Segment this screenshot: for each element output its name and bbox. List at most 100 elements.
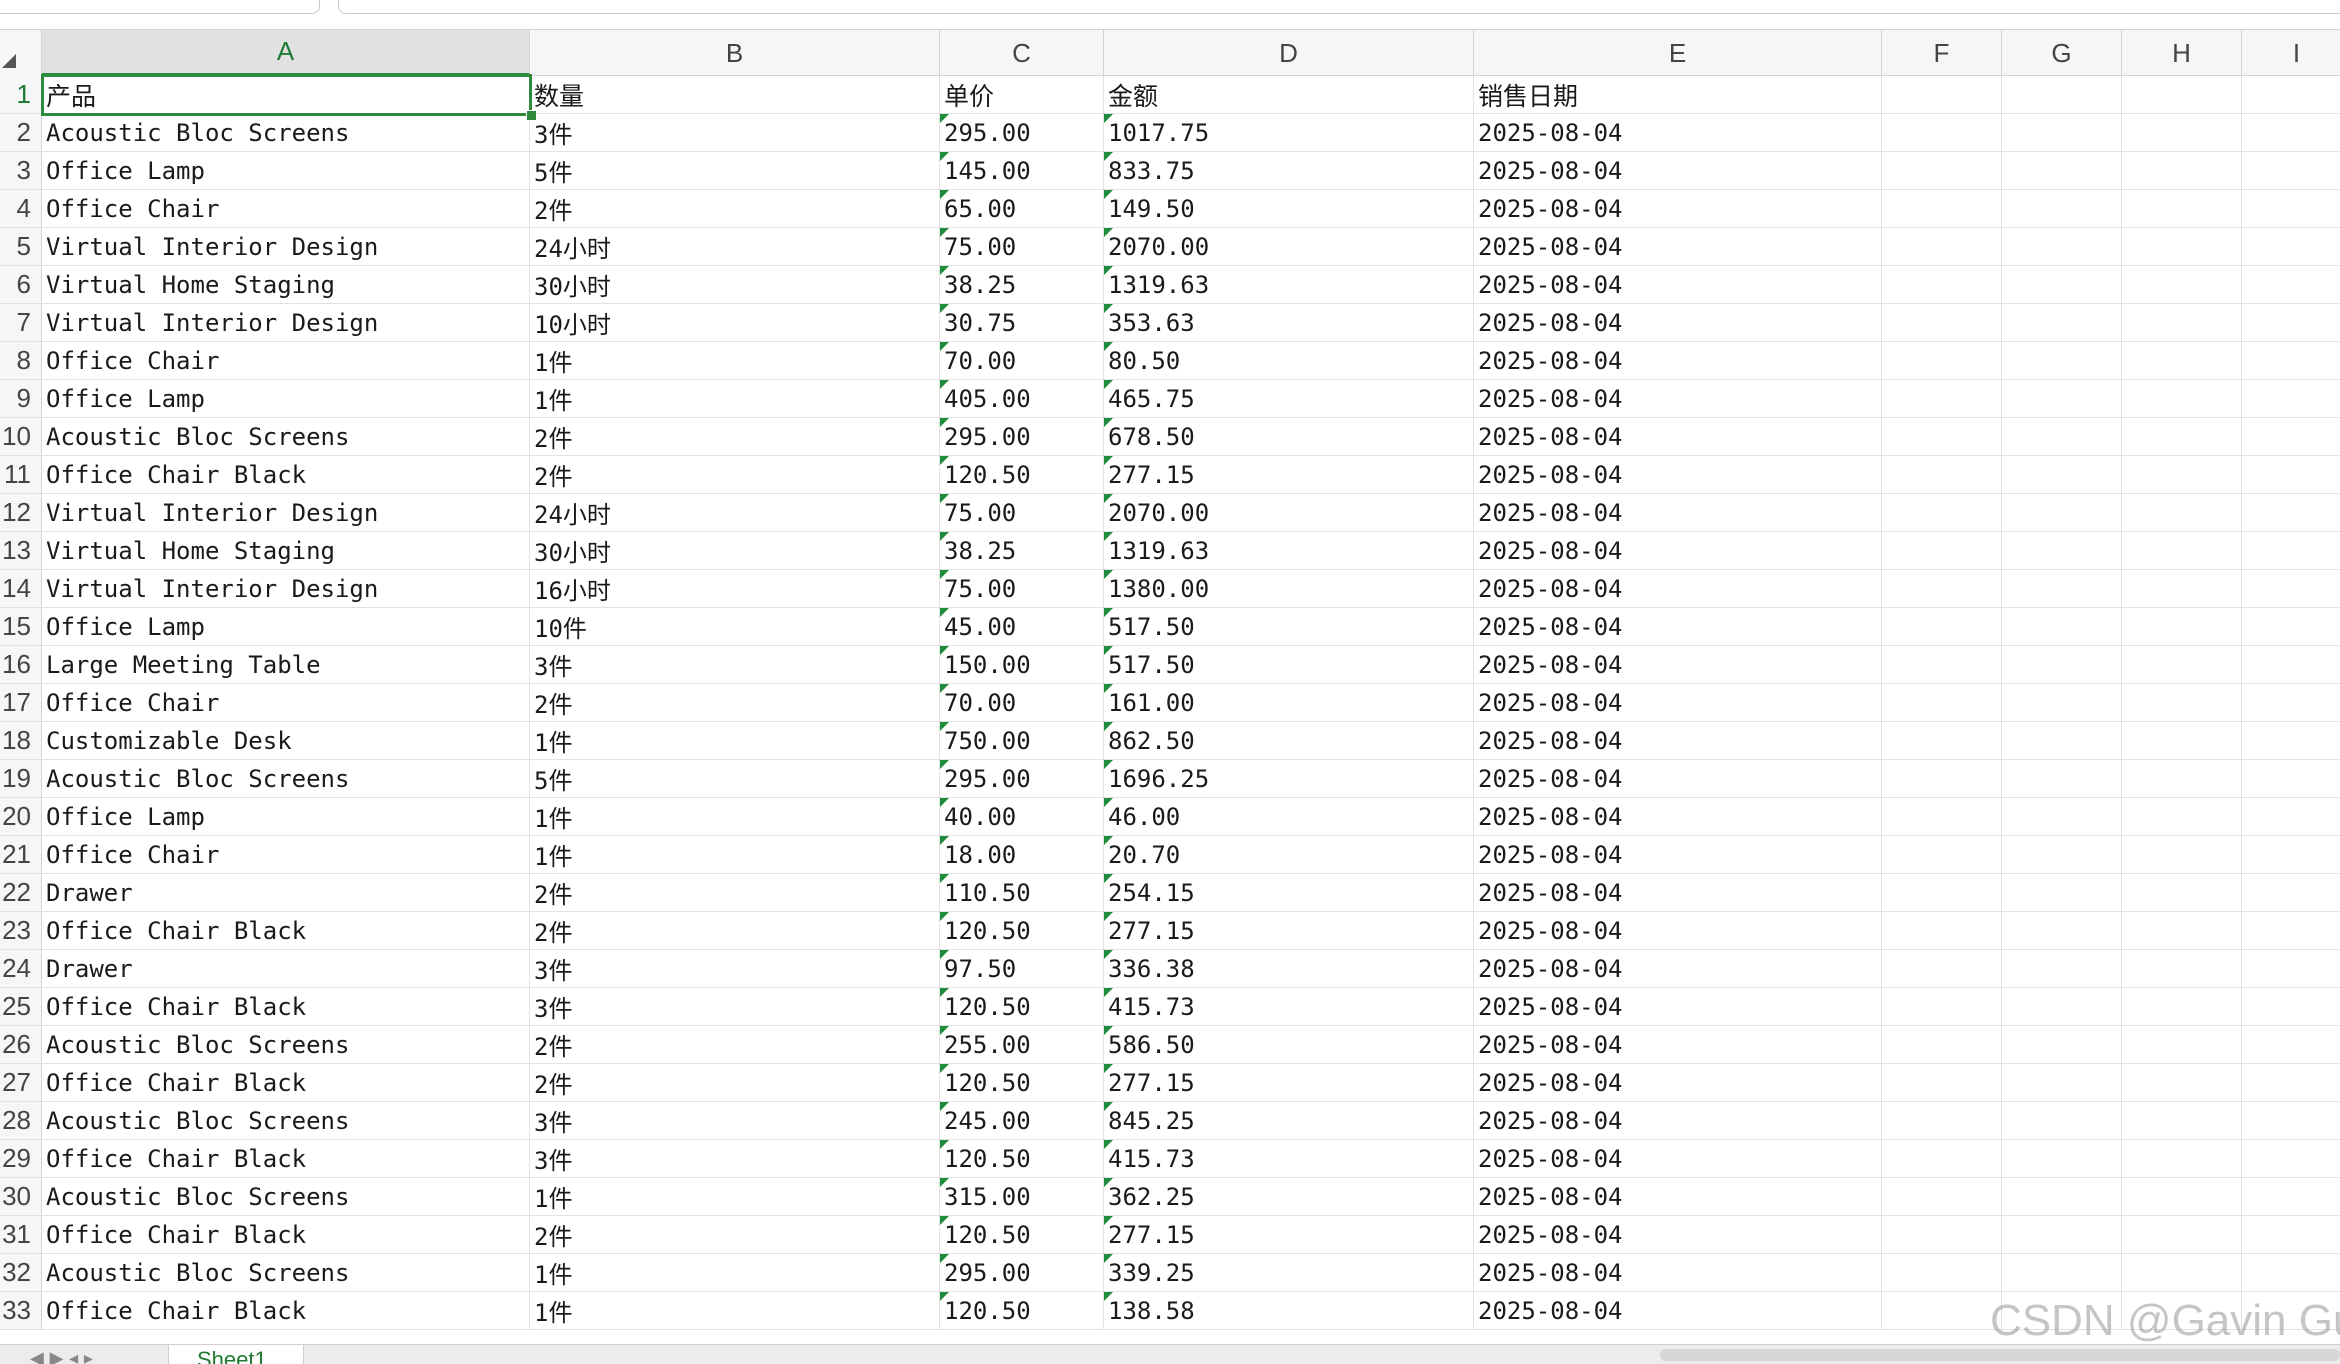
cell-f21[interactable] — [1882, 836, 2002, 874]
cell-i19[interactable] — [2242, 760, 2340, 798]
cell-f4[interactable] — [1882, 190, 2002, 228]
cell-h27[interactable] — [2122, 1064, 2242, 1102]
row-header[interactable]: 8 — [0, 342, 42, 380]
cell-h21[interactable] — [2122, 836, 2242, 874]
cell-b23[interactable]: 2件 — [530, 912, 940, 950]
cell-b25[interactable]: 3件 — [530, 988, 940, 1026]
cell-e7[interactable]: 2025-08-04 — [1474, 304, 1882, 342]
cell-c14[interactable]: 75.00 — [940, 570, 1104, 608]
cell-h8[interactable] — [2122, 342, 2242, 380]
cell-d23[interactable]: 277.15 — [1104, 912, 1474, 950]
cell-f19[interactable] — [1882, 760, 2002, 798]
cell-f15[interactable] — [1882, 608, 2002, 646]
cell-a19[interactable]: Acoustic Bloc Screens — [42, 760, 530, 798]
cell-b31[interactable]: 2件 — [530, 1216, 940, 1254]
column-header-i[interactable]: I — [2242, 30, 2340, 76]
cell-c4[interactable]: 65.00 — [940, 190, 1104, 228]
cell-h3[interactable] — [2122, 152, 2242, 190]
cell-e24[interactable]: 2025-08-04 — [1474, 950, 1882, 988]
cell-c31[interactable]: 120.50 — [940, 1216, 1104, 1254]
cell-e3[interactable]: 2025-08-04 — [1474, 152, 1882, 190]
cell-i10[interactable] — [2242, 418, 2340, 456]
cell-c5[interactable]: 75.00 — [940, 228, 1104, 266]
cell-h4[interactable] — [2122, 190, 2242, 228]
cell-f23[interactable] — [1882, 912, 2002, 950]
cell-i17[interactable] — [2242, 684, 2340, 722]
cell-b18[interactable]: 1件 — [530, 722, 940, 760]
cell-f6[interactable] — [1882, 266, 2002, 304]
cell-i4[interactable] — [2242, 190, 2340, 228]
cell-a10[interactable]: Acoustic Bloc Screens — [42, 418, 530, 456]
cell-e30[interactable]: 2025-08-04 — [1474, 1178, 1882, 1216]
cell-g7[interactable] — [2002, 304, 2122, 342]
cell-b27[interactable]: 2件 — [530, 1064, 940, 1102]
cell-d18[interactable]: 862.50 — [1104, 722, 1474, 760]
column-header-c[interactable]: C — [940, 30, 1104, 76]
cell-c13[interactable]: 38.25 — [940, 532, 1104, 570]
cell-d22[interactable]: 254.15 — [1104, 874, 1474, 912]
cell-i11[interactable] — [2242, 456, 2340, 494]
cell-c2[interactable]: 295.00 — [940, 114, 1104, 152]
cell-c8[interactable]: 70.00 — [940, 342, 1104, 380]
cell-e2[interactable]: 2025-08-04 — [1474, 114, 1882, 152]
cell-a31[interactable]: Office Chair Black — [42, 1216, 530, 1254]
cell-a29[interactable]: Office Chair Black — [42, 1140, 530, 1178]
cell-g28[interactable] — [2002, 1102, 2122, 1140]
cell-d26[interactable]: 586.50 — [1104, 1026, 1474, 1064]
cell-d6[interactable]: 1319.63 — [1104, 266, 1474, 304]
cell-c16[interactable]: 150.00 — [940, 646, 1104, 684]
cell-h16[interactable] — [2122, 646, 2242, 684]
cell-c22[interactable]: 110.50 — [940, 874, 1104, 912]
cell-c27[interactable]: 120.50 — [940, 1064, 1104, 1102]
cell-c15[interactable]: 45.00 — [940, 608, 1104, 646]
formula-input[interactable] — [338, 0, 2340, 14]
horizontal-scrollbar[interactable] — [1660, 1349, 2340, 1361]
row-header[interactable]: 26 — [0, 1026, 42, 1064]
cell-e20[interactable]: 2025-08-04 — [1474, 798, 1882, 836]
cell-e13[interactable]: 2025-08-04 — [1474, 532, 1882, 570]
cell-h12[interactable] — [2122, 494, 2242, 532]
cell-e15[interactable]: 2025-08-04 — [1474, 608, 1882, 646]
cell-g6[interactable] — [2002, 266, 2122, 304]
cell-f17[interactable] — [1882, 684, 2002, 722]
cell-b9[interactable]: 1件 — [530, 380, 940, 418]
cell-h30[interactable] — [2122, 1178, 2242, 1216]
row-header[interactable]: 20 — [0, 798, 42, 836]
cell-c33[interactable]: 120.50 — [940, 1292, 1104, 1330]
cell-e10[interactable]: 2025-08-04 — [1474, 418, 1882, 456]
cell-b17[interactable]: 2件 — [530, 684, 940, 722]
cell-h19[interactable] — [2122, 760, 2242, 798]
cell-a26[interactable]: Acoustic Bloc Screens — [42, 1026, 530, 1064]
row-header[interactable]: 10 — [0, 418, 42, 456]
cell-h7[interactable] — [2122, 304, 2242, 342]
cell-e1[interactable]: 销售日期 — [1474, 76, 1882, 114]
cell-b28[interactable]: 3件 — [530, 1102, 940, 1140]
row-header[interactable]: 2 — [0, 114, 42, 152]
cell-h5[interactable] — [2122, 228, 2242, 266]
cell-c23[interactable]: 120.50 — [940, 912, 1104, 950]
cell-d20[interactable]: 46.00 — [1104, 798, 1474, 836]
cell-i7[interactable] — [2242, 304, 2340, 342]
cell-g29[interactable] — [2002, 1140, 2122, 1178]
row-header[interactable]: 7 — [0, 304, 42, 342]
cell-d1[interactable]: 金额 — [1104, 76, 1474, 114]
cell-a24[interactable]: Drawer — [42, 950, 530, 988]
cell-g22[interactable] — [2002, 874, 2122, 912]
cell-i26[interactable] — [2242, 1026, 2340, 1064]
cell-c12[interactable]: 75.00 — [940, 494, 1104, 532]
cell-b3[interactable]: 5件 — [530, 152, 940, 190]
cell-b6[interactable]: 30小时 — [530, 266, 940, 304]
cell-e9[interactable]: 2025-08-04 — [1474, 380, 1882, 418]
cell-c24[interactable]: 97.50 — [940, 950, 1104, 988]
cell-f29[interactable] — [1882, 1140, 2002, 1178]
cell-g27[interactable] — [2002, 1064, 2122, 1102]
cell-g5[interactable] — [2002, 228, 2122, 266]
cell-f25[interactable] — [1882, 988, 2002, 1026]
cell-a15[interactable]: Office Lamp — [42, 608, 530, 646]
cell-h24[interactable] — [2122, 950, 2242, 988]
cell-g12[interactable] — [2002, 494, 2122, 532]
cell-e16[interactable]: 2025-08-04 — [1474, 646, 1882, 684]
cell-d33[interactable]: 138.58 — [1104, 1292, 1474, 1330]
cell-e19[interactable]: 2025-08-04 — [1474, 760, 1882, 798]
cell-b15[interactable]: 10件 — [530, 608, 940, 646]
